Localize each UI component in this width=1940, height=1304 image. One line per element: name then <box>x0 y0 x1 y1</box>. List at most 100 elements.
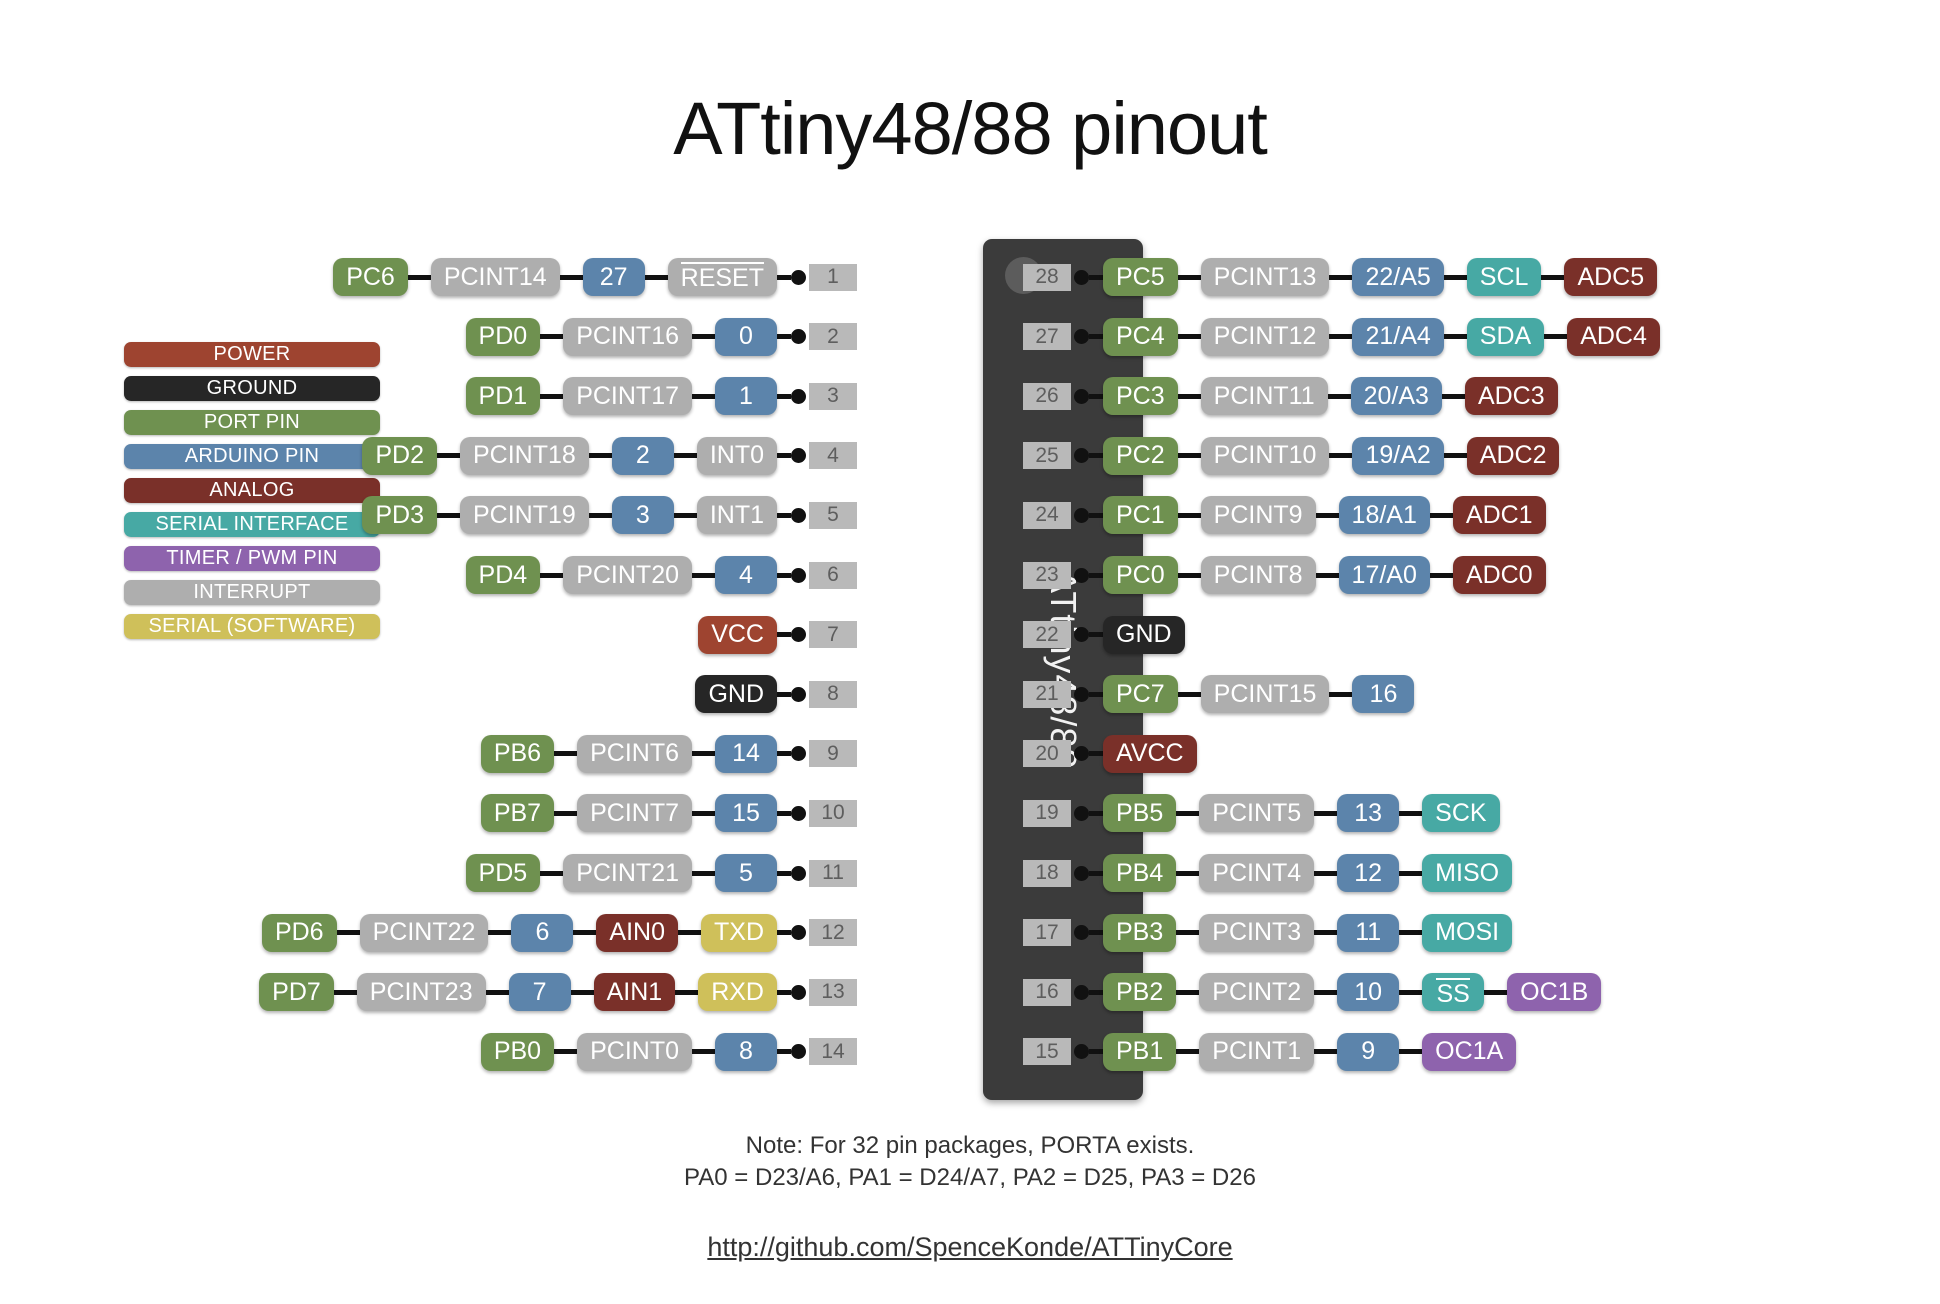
pin-badge-pcint16[interactable]: PCINT16 <box>563 317 692 356</box>
pin-badge-pcint19[interactable]: PCINT19 <box>460 496 589 535</box>
pin-badge-pc7[interactable]: PC7 <box>1103 675 1178 714</box>
pin-badge-pd7[interactable]: PD7 <box>259 973 334 1012</box>
pin-badge-14[interactable]: 14 <box>715 734 777 773</box>
pin-badge-2[interactable]: 2 <box>611 436 674 475</box>
pin-badge-9[interactable]: 9 <box>1337 1032 1400 1071</box>
pin-badge-pcint17[interactable]: PCINT17 <box>563 377 692 416</box>
pin-badge-pd2[interactable]: PD2 <box>362 436 437 475</box>
pin-badge-pc2[interactable]: PC2 <box>1103 436 1178 475</box>
pin-badge-pb7[interactable]: PB7 <box>480 794 555 833</box>
pin-badge-txd[interactable]: TXD <box>701 913 777 952</box>
pin-badge-pcint5[interactable]: PCINT5 <box>1199 794 1315 833</box>
pin-badge-pcint2[interactable]: PCINT2 <box>1199 973 1315 1012</box>
pin-badge-pcint9[interactable]: PCINT9 <box>1200 496 1316 535</box>
pin-badge-pcint20[interactable]: PCINT20 <box>563 556 692 594</box>
pin-badge-pcint10[interactable]: PCINT10 <box>1200 436 1330 475</box>
pin-badge-22-a5[interactable]: 22/A5 <box>1352 258 1444 296</box>
pin-badge-18-a1[interactable]: 18/A1 <box>1338 496 1430 535</box>
pin-badge-6[interactable]: 6 <box>511 913 574 952</box>
pin-badge-8[interactable]: 8 <box>715 1032 777 1071</box>
pin-badge-int0[interactable]: INT0 <box>696 436 777 475</box>
pin-badge-pcint1[interactable]: PCINT1 <box>1199 1032 1315 1071</box>
pin-badge-pcint23[interactable]: PCINT23 <box>356 973 486 1012</box>
pin-badge-pb4[interactable]: PB4 <box>1103 854 1177 892</box>
pin-badge-pc3[interactable]: PC3 <box>1103 377 1178 416</box>
pin-badge-pcint12[interactable]: PCINT12 <box>1200 317 1330 356</box>
pin-badge-3[interactable]: 3 <box>611 496 674 535</box>
pin-badge-oc1a[interactable]: OC1A <box>1422 1032 1517 1071</box>
pin-badge-0[interactable]: 0 <box>715 317 777 356</box>
pin-badge-27[interactable]: 27 <box>582 258 645 296</box>
pin-badge-pb6[interactable]: PB6 <box>480 734 555 773</box>
pin-badge-mosi[interactable]: MOSI <box>1422 913 1513 952</box>
pin-badge-ain1[interactable]: AIN1 <box>593 973 676 1012</box>
pin-badge-adc1[interactable]: ADC1 <box>1452 496 1546 535</box>
pin-badge-vcc[interactable]: VCC <box>698 615 777 654</box>
pin-badge-gnd[interactable]: GND <box>1103 615 1185 654</box>
pin-badge-adc3[interactable]: ADC3 <box>1464 377 1558 416</box>
pin-badge-pb0[interactable]: PB0 <box>480 1032 555 1071</box>
pin-badge-pcint6[interactable]: PCINT6 <box>577 734 692 773</box>
pin-badge-pcint11[interactable]: PCINT11 <box>1200 377 1328 416</box>
pin-badge-gnd[interactable]: GND <box>695 675 777 714</box>
pin-badge-int1[interactable]: INT1 <box>696 496 777 535</box>
pin-badge-pcint15[interactable]: PCINT15 <box>1200 675 1330 714</box>
pin-badge-12[interactable]: 12 <box>1337 854 1400 892</box>
pin-badge-pb5[interactable]: PB5 <box>1103 794 1177 833</box>
pin-badge-17-a0[interactable]: 17/A0 <box>1338 556 1430 594</box>
pin-badge-ss[interactable]: SS <box>1422 973 1485 1012</box>
pin-badge-pd5[interactable]: PD5 <box>465 854 541 892</box>
pin-badge-pcint22[interactable]: PCINT22 <box>359 913 489 952</box>
pin-badge-sck[interactable]: SCK <box>1422 794 1500 833</box>
pin-badge-pd6[interactable]: PD6 <box>261 913 337 952</box>
pin-badge-oc1b[interactable]: OC1B <box>1507 973 1602 1012</box>
pin-badge-adc0[interactable]: ADC0 <box>1452 556 1546 594</box>
pin-badge-pcint3[interactable]: PCINT3 <box>1199 913 1315 952</box>
pin-badge-pb3[interactable]: PB3 <box>1103 913 1177 952</box>
pin-badge-adc2[interactable]: ADC2 <box>1466 436 1560 475</box>
pin-badge-pd4[interactable]: PD4 <box>465 556 541 594</box>
pin-badge-pc4[interactable]: PC4 <box>1103 317 1178 356</box>
pin-badge-scl[interactable]: SCL <box>1466 258 1542 296</box>
pin-badge-rxd[interactable]: RXD <box>698 973 777 1012</box>
pin-dot-icon <box>1074 388 1089 404</box>
pin-badge-15[interactable]: 15 <box>715 794 777 833</box>
pin-badge-miso[interactable]: MISO <box>1422 854 1513 892</box>
legend-item-label: INTERRUPT <box>193 581 311 603</box>
pin-badge-pc6[interactable]: PC6 <box>333 258 408 296</box>
pin-badge-pd0[interactable]: PD0 <box>465 317 541 356</box>
pin-badge-21-a4[interactable]: 21/A4 <box>1352 317 1444 356</box>
pin-badge-pc0[interactable]: PC0 <box>1103 556 1178 594</box>
pin-badge-pcint14[interactable]: PCINT14 <box>430 258 560 296</box>
pin-badge-4[interactable]: 4 <box>715 556 777 594</box>
pin-badge-10[interactable]: 10 <box>1337 973 1400 1012</box>
pin-badge-5[interactable]: 5 <box>715 854 777 892</box>
pin-badge-11[interactable]: 11 <box>1337 913 1400 952</box>
pin-badge-pcint4[interactable]: PCINT4 <box>1199 854 1315 892</box>
pin-badge-pcint13[interactable]: PCINT13 <box>1200 258 1330 296</box>
pin-badge-reset[interactable]: RESET <box>667 258 777 296</box>
pin-badge-1[interactable]: 1 <box>715 377 777 416</box>
pin-badge-pd1[interactable]: PD1 <box>465 377 541 416</box>
pin-badge-avcc[interactable]: AVCC <box>1103 734 1197 773</box>
pin-badge-pb2[interactable]: PB2 <box>1103 973 1177 1012</box>
pin-badge-19-a2[interactable]: 19/A2 <box>1352 436 1444 475</box>
pin-badge-13[interactable]: 13 <box>1337 794 1400 833</box>
pin-badge-pc5[interactable]: PC5 <box>1103 258 1178 296</box>
pin-badge-7[interactable]: 7 <box>508 973 571 1012</box>
repo-link[interactable]: http://github.com/SpenceKonde/ATTinyCore <box>0 1232 1940 1263</box>
pin-badge-pcint7[interactable]: PCINT7 <box>577 794 692 833</box>
pin-badge-sda[interactable]: SDA <box>1466 317 1545 356</box>
pin-badge-pcint21[interactable]: PCINT21 <box>563 854 692 892</box>
pin-badge-20-a3[interactable]: 20/A3 <box>1350 377 1442 416</box>
pin-badge-16[interactable]: 16 <box>1352 675 1415 714</box>
pin-badge-adc5[interactable]: ADC5 <box>1564 258 1658 296</box>
pin-badge-pcint18[interactable]: PCINT18 <box>460 436 589 475</box>
pin-badge-adc4[interactable]: ADC4 <box>1567 317 1660 356</box>
pin-badge-ain0[interactable]: AIN0 <box>596 913 678 952</box>
pin-badge-pcint8[interactable]: PCINT8 <box>1200 556 1316 594</box>
pin-badge-pb1[interactable]: PB1 <box>1103 1032 1177 1071</box>
pin-badge-pd3[interactable]: PD3 <box>362 496 437 535</box>
pin-badge-pcint0[interactable]: PCINT0 <box>577 1032 692 1071</box>
pin-badge-pc1[interactable]: PC1 <box>1103 496 1178 535</box>
